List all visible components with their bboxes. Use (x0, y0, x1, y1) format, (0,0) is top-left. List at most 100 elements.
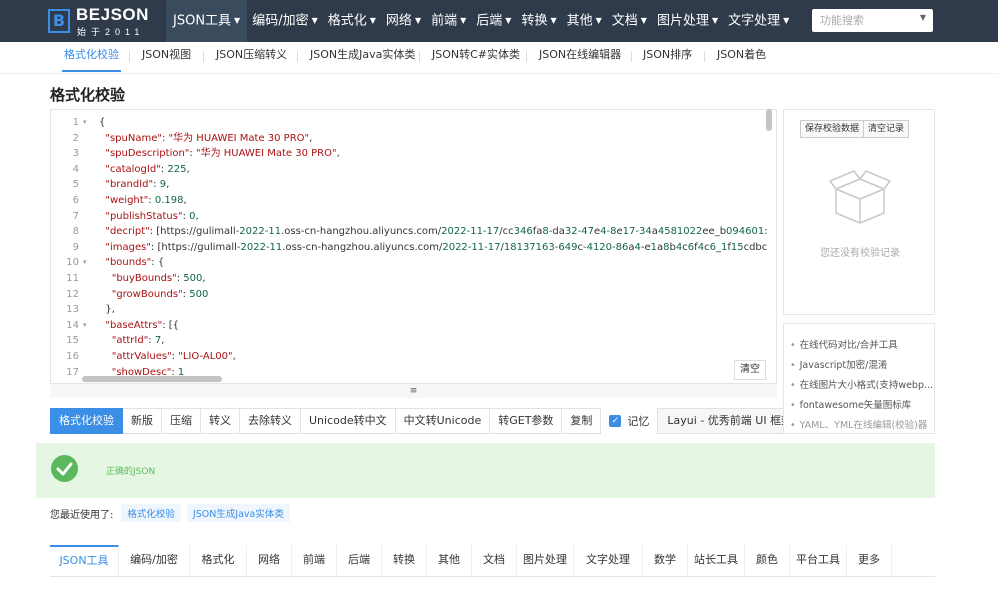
save-validation-button[interactable]: 保存校验数据 (800, 120, 865, 138)
recent-tag[interactable]: 格式化校验 (121, 504, 181, 522)
line-number: 15 (66, 335, 79, 347)
code-text: "brandId": 9, (105, 179, 170, 191)
category-tab[interactable]: 更多 (847, 545, 892, 577)
link-item[interactable]: Javascript加密/混淆 (790, 357, 888, 371)
compress-button[interactable]: 压缩 (162, 408, 201, 434)
remember-checkbox[interactable]: ✓ 记忆 (601, 408, 657, 434)
nav-item-text[interactable]: 文字处理 ▼ (723, 0, 794, 42)
line-number: 7 (72, 210, 79, 222)
nav-item-format[interactable]: 格式化 ▼ (323, 0, 381, 42)
divider (704, 51, 705, 62)
code-text: "growBounds": 500 (111, 288, 209, 300)
code-text: "attrValues": "LIO-AL00", (111, 351, 236, 362)
clear-records-button[interactable]: 清空记录 (864, 120, 910, 138)
copy-button[interactable]: 复制 (562, 408, 602, 434)
subtab-json-color[interactable]: JSON着色 (717, 42, 766, 74)
caret-down-icon: ▼ (311, 16, 318, 25)
horizontal-scrollbar[interactable] (82, 376, 222, 382)
category-tab[interactable]: 颜色 (745, 545, 790, 577)
code-text: "publishStatus": 0, (105, 210, 199, 222)
caret-down-icon: ▼ (711, 16, 719, 25)
caret-down-icon: ▼ (369, 16, 376, 25)
nav-item-label: 转换 (521, 13, 548, 29)
search-input[interactable] (812, 9, 912, 32)
logo[interactable]: B BEJSON 始于2011 (48, 5, 158, 37)
category-tab[interactable]: 编码/加密 (119, 545, 190, 577)
subtab-json-sort[interactable]: JSON排序 (643, 42, 692, 74)
nav-item-encode[interactable]: 编码/加密 ▼ (247, 0, 323, 42)
subtab-json-view[interactable]: JSON视图 (142, 42, 191, 74)
subtab-json-java[interactable]: JSON生成Java实体类 (310, 42, 415, 74)
category-tab[interactable]: 平台工具 (790, 545, 847, 577)
layui-link-button[interactable]: Layui - 优秀前端 UI 框架 (657, 408, 803, 434)
format-validate-button[interactable]: 格式化校验 (50, 408, 123, 434)
nav-item-docs[interactable]: 文档 ▼ (607, 0, 652, 42)
code-text: "buyBounds": 500, (111, 273, 206, 284)
caret-down-icon: ▼ (460, 16, 467, 25)
history-buttons: 保存校验数据 清空记录 (800, 120, 910, 138)
caret-down-icon[interactable]: ▼ (920, 13, 926, 22)
to-get-params-button[interactable]: 转GET参数 (490, 408, 563, 434)
subtab-format-validate[interactable]: 格式化校验 (62, 42, 121, 74)
category-tab[interactable]: 转换 (382, 545, 427, 577)
nav-item-label: 图片处理 (656, 13, 709, 29)
code-text: "catalogId": 225, (105, 163, 190, 175)
nav-item-label: 文字处理 (728, 13, 781, 29)
new-version-button[interactable]: 新版 (123, 408, 162, 434)
function-search[interactable]: ▼ (812, 9, 933, 32)
nav-item-network[interactable]: 网络 ▼ (381, 0, 426, 42)
nav-item-image[interactable]: 图片处理 ▼ (652, 0, 723, 42)
resize-handle[interactable]: ≡ (50, 384, 777, 398)
unescape-button[interactable]: 去除转义 (240, 408, 301, 434)
link-item[interactable]: 在线代码对比/合并工具 (790, 337, 898, 351)
nav-item-other[interactable]: 其他 ▼ (562, 0, 607, 42)
fold-toggle-icon[interactable]: ▾ (83, 116, 87, 129)
fold-toggle-icon[interactable]: ▾ (83, 319, 87, 332)
nav-item-label: 文档 (611, 13, 638, 29)
checkmark-icon[interactable]: ✓ (609, 415, 622, 427)
escape-button[interactable]: 转义 (201, 408, 240, 434)
nav-item-label: 格式化 (327, 13, 367, 29)
logo-mark: B (48, 9, 70, 33)
subtab-json-csharp[interactable]: JSON转C#实体类 (432, 42, 520, 74)
vertical-scrollbar[interactable] (766, 109, 772, 131)
subtab-json-compress[interactable]: JSON压缩转义 (216, 42, 287, 74)
category-tab[interactable]: JSON工具 (50, 545, 119, 577)
line-number: 6 (72, 195, 79, 206)
nav-item-json-tools[interactable]: JSON工具 ▼ (166, 0, 248, 42)
category-tab[interactable]: 其他 (427, 545, 472, 577)
nav-item-frontend[interactable]: 前端 ▼ (426, 0, 471, 42)
subtab-json-editor[interactable]: JSON在线编辑器 (539, 42, 621, 74)
code-text: "spuDescription": "华为 HUAWEI Mate 30 PRO… (105, 148, 340, 160)
editor-toolbar: 格式化校验 新版 压缩 转义 去除转义 Unicode转中文 中文转Unicod… (50, 408, 803, 434)
nav-item-backend[interactable]: 后端 ▼ (471, 0, 516, 42)
category-tab[interactable]: 文字处理 (574, 545, 643, 577)
category-tab[interactable]: 格式化 (190, 545, 247, 577)
link-item[interactable]: fontawesome矢量图标库 (790, 397, 912, 411)
json-editor[interactable]: 1 ▾ {2 "spuName": "华为 HUAWEI Mate 30 PRO",… (50, 109, 777, 384)
category-tab[interactable]: 站长工具 (688, 545, 745, 577)
link-item[interactable]: YAML、YML在线编辑(校验)器 (790, 417, 928, 431)
chinese-to-unicode-button[interactable]: 中文转Unicode (395, 408, 491, 434)
logo-name: BEJSON (76, 5, 149, 24)
unicode-to-chinese-button[interactable]: Unicode转中文 (301, 408, 396, 434)
line-number: 14 (66, 319, 79, 331)
line-number: 13 (66, 304, 79, 316)
nav-item-convert[interactable]: 转换 ▼ (516, 0, 561, 42)
divider (631, 51, 632, 62)
category-tab[interactable]: 图片处理 (517, 545, 574, 577)
code-text: "spuName": "华为 HUAWEI Mate 30 PRO", (105, 132, 313, 144)
line-number: 4 (72, 163, 79, 175)
category-tab[interactable]: 后端 (337, 545, 382, 577)
recent-tag[interactable]: JSON生成Java实体类 (186, 504, 290, 522)
clear-editor-button[interactable]: 清空 (734, 360, 766, 380)
link-item[interactable]: 在线图片大小格式(支持webp... (790, 377, 933, 391)
category-tab[interactable]: 网络 (247, 545, 292, 577)
caret-down-icon: ▼ (234, 16, 241, 25)
fold-toggle-icon[interactable]: ▾ (83, 256, 87, 269)
category-tab[interactable]: 数学 (643, 545, 688, 577)
category-tab[interactable]: 前端 (292, 545, 337, 577)
category-tab[interactable]: 文档 (472, 545, 517, 577)
line-number: 17 (66, 366, 79, 378)
top-nav: B BEJSON 始于2011 JSON工具 ▼ 编码/加密 ▼ 格式化 ▼ 网络 ▼ … (0, 0, 998, 42)
